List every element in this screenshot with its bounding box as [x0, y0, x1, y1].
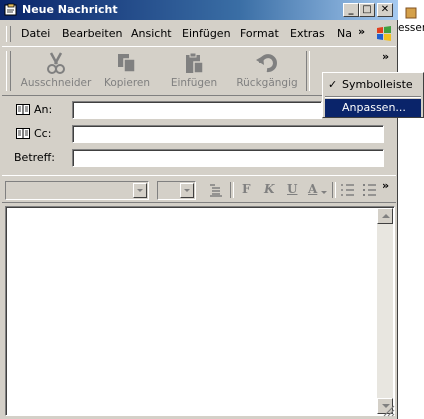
background-area: esser [398, 0, 424, 419]
cc-label[interactable]: Cc: [34, 127, 51, 140]
menu-einfuegen[interactable]: Einfügen [182, 27, 231, 40]
to-field[interactable] [72, 101, 322, 119]
copy-label: Kopieren [103, 77, 151, 89]
popup-item-label: Symbolleiste [342, 78, 413, 91]
bold-button[interactable]: F [242, 182, 251, 196]
menu-nachricht[interactable]: Na [337, 27, 352, 40]
italic-button[interactable]: K [264, 182, 274, 196]
formatting-toolbar: F K U A » [2, 175, 396, 203]
subject-field[interactable] [72, 149, 384, 167]
cc-field[interactable] [72, 125, 384, 143]
menu-ansicht[interactable]: Ansicht [131, 27, 172, 40]
toolbar-grip[interactable] [6, 51, 11, 91]
clipboard-icon [186, 52, 204, 74]
scroll-up-arrow-icon[interactable] [377, 208, 393, 224]
copy-icon [118, 54, 136, 73]
subject-label: Betreff: [14, 151, 55, 164]
vertical-scrollbar[interactable] [377, 208, 393, 414]
maximize-button[interactable]: □ [359, 3, 375, 17]
menu-datei[interactable]: Datei [21, 27, 50, 40]
cut-button[interactable]: Ausschneider [20, 51, 92, 89]
message-body[interactable] [5, 206, 395, 416]
windows-logo-icon [374, 24, 394, 44]
format-overflow-chevron[interactable]: » [382, 179, 389, 192]
new-message-icon [4, 3, 17, 16]
format-separator [230, 182, 234, 198]
menu-bearbeiten[interactable]: Bearbeiten [62, 27, 122, 40]
to-label[interactable]: An: [34, 103, 52, 116]
menu-overflow-chevron[interactable]: » [358, 25, 365, 38]
undo-label: Rückgängig [236, 77, 298, 89]
menu-grip[interactable] [6, 26, 11, 42]
font-size-select[interactable] [157, 181, 196, 200]
toolbar-overflow-chevron[interactable]: » [382, 50, 389, 63]
dropdown-arrow-icon[interactable] [180, 183, 194, 198]
paste-button[interactable]: Einfügen [170, 51, 218, 89]
scissors-icon [47, 52, 65, 74]
background-app-icon [404, 6, 418, 20]
toolbar-separator [306, 51, 310, 91]
popup-item-symbolleiste[interactable]: ✓ Symbolleiste [325, 76, 421, 94]
copy-button[interactable]: Kopieren [100, 51, 154, 89]
background-text: esser [398, 22, 424, 34]
bullet-list-icon[interactable] [362, 182, 378, 198]
undo-button[interactable]: Rückgängig [236, 51, 298, 89]
underline-button[interactable]: U [287, 182, 297, 196]
popup-item-label: Anpassen... [342, 101, 406, 114]
paste-label: Einfügen [170, 77, 218, 89]
popup-separator [325, 96, 421, 98]
font-name-select[interactable] [5, 181, 149, 200]
undo-icon [256, 54, 277, 73]
address-book-icon[interactable] [16, 128, 30, 139]
font-color-button[interactable]: A [308, 182, 317, 196]
menu-bar: Datei Bearbeiten Ansicht Einfügen Format… [2, 22, 396, 46]
window-title: Neue Nachricht [22, 3, 118, 16]
close-button[interactable]: ✕ [377, 3, 393, 17]
cut-label: Ausschneider [20, 77, 92, 89]
toolbar-options-popup: ✓ Symbolleiste Anpassen... [322, 72, 424, 118]
color-dropdown-arrow-icon[interactable] [320, 190, 328, 196]
dropdown-arrow-icon[interactable] [133, 183, 147, 198]
popup-item-anpassen[interactable]: Anpassen... [325, 99, 421, 117]
menu-format[interactable]: Format [240, 27, 279, 40]
checkmark-icon: ✓ [328, 78, 338, 91]
compose-window: Neue Nachricht _ □ ✕ Datei Bearbeiten An… [0, 0, 398, 419]
format-separator [332, 182, 336, 198]
menu-extras[interactable]: Extras [290, 27, 325, 40]
minimize-button[interactable]: _ [343, 3, 359, 17]
address-book-icon[interactable] [16, 104, 30, 115]
paragraph-style-icon[interactable] [208, 182, 224, 198]
title-bar[interactable]: Neue Nachricht _ □ ✕ [0, 0, 398, 20]
numbered-list-icon[interactable] [340, 182, 356, 198]
resize-grip-icon[interactable] [383, 405, 395, 417]
